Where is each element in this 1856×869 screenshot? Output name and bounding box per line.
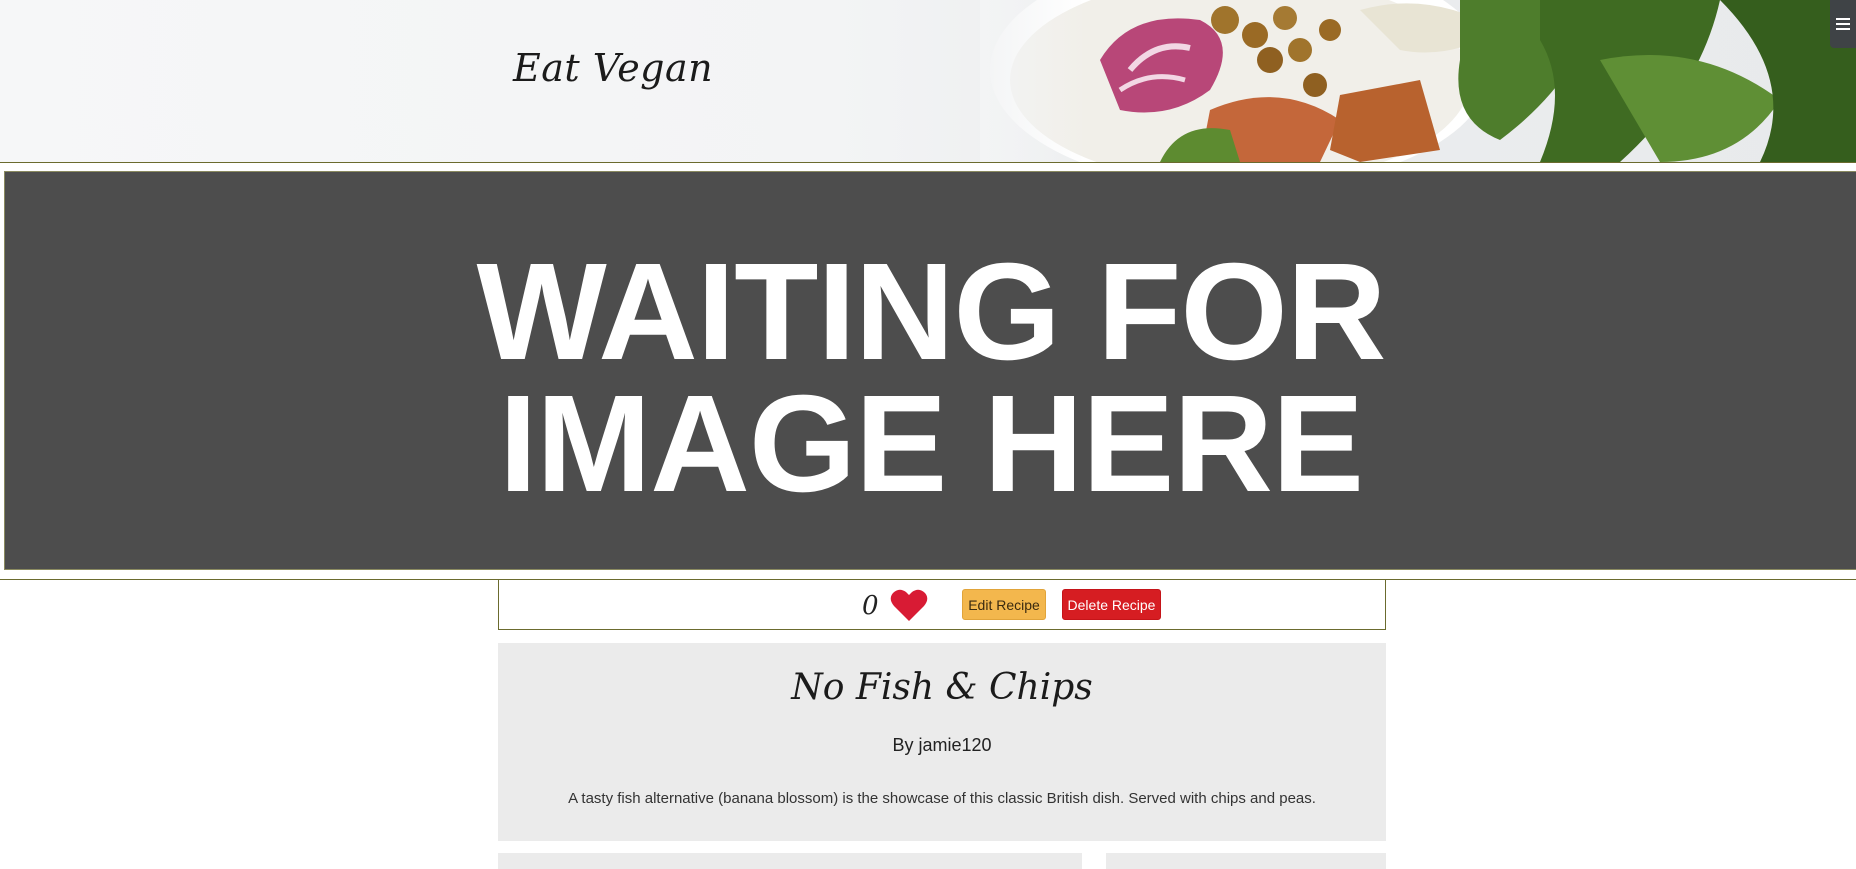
likes-count: 0 [862, 591, 879, 621]
recipe-author: By jamie120 [892, 735, 992, 755]
hamburger-icon [1836, 18, 1850, 30]
recipe-action-bar [498, 580, 1386, 630]
recipe-description: A tasty fish alternative (banana blossom… [568, 790, 1316, 807]
ingredients-panel [498, 853, 1082, 869]
placeholder-line-2: IMAGE HERE [498, 367, 1364, 521]
side-panel [1106, 853, 1386, 869]
delete-recipe-button[interactable]: Delete Recipe [1062, 589, 1161, 620]
site-brand[interactable]: Eat Vegan [513, 46, 713, 90]
placeholder-text: WAITING FOR IMAGE HERE [5, 235, 1856, 521]
placeholder-line-1: WAITING FOR [476, 235, 1387, 389]
recipe-image-placeholder: WAITING FOR IMAGE HERE [4, 171, 1856, 570]
heart-icon[interactable] [890, 588, 928, 622]
edit-recipe-button[interactable]: Edit Recipe [962, 589, 1046, 620]
header-salad-photo [980, 0, 1856, 162]
menu-toggle-button[interactable] [1830, 0, 1856, 48]
recipe-title: No Fish & Chips [791, 667, 1093, 708]
site-header: Eat Vegan [0, 0, 1856, 163]
